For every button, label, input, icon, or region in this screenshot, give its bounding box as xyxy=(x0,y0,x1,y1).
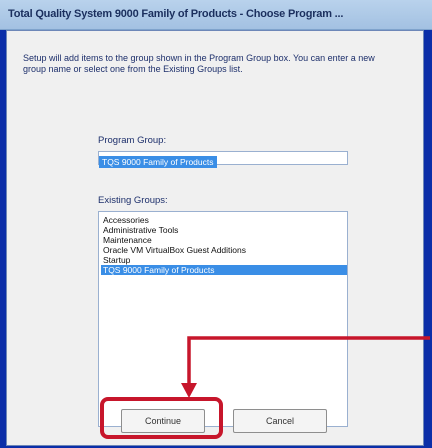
list-item[interactable]: Accessories xyxy=(101,215,347,225)
dialog-window: Total Quality System 9000 Family of Prod… xyxy=(0,0,432,448)
list-item[interactable]: Oracle VM VirtualBox Guest Additions xyxy=(101,245,347,255)
list-item[interactable]: Maintenance xyxy=(101,235,347,245)
continue-button[interactable]: Continue xyxy=(121,409,205,433)
program-group-value: TQS 9000 Family of Products xyxy=(99,156,217,168)
existing-groups-listbox[interactable]: Accessories Administrative Tools Mainten… xyxy=(98,211,348,427)
list-item[interactable]: Startup xyxy=(101,255,347,265)
title-bar[interactable]: Total Quality System 9000 Family of Prod… xyxy=(0,0,432,30)
cancel-button[interactable]: Cancel xyxy=(233,409,327,433)
existing-groups-label: Existing Groups: xyxy=(98,195,168,206)
instructions-text: Setup will add items to the group shown … xyxy=(23,53,375,74)
program-group-input[interactable]: TQS 9000 Family of Products xyxy=(98,151,348,168)
list-item-selected[interactable]: TQS 9000 Family of Products xyxy=(101,265,347,275)
dialog-client-area: Setup will add items to the group shown … xyxy=(6,30,424,446)
list-item[interactable]: Administrative Tools xyxy=(101,225,347,235)
window-title: Total Quality System 9000 Family of Prod… xyxy=(8,8,344,20)
program-group-label: Program Group: xyxy=(98,135,167,146)
